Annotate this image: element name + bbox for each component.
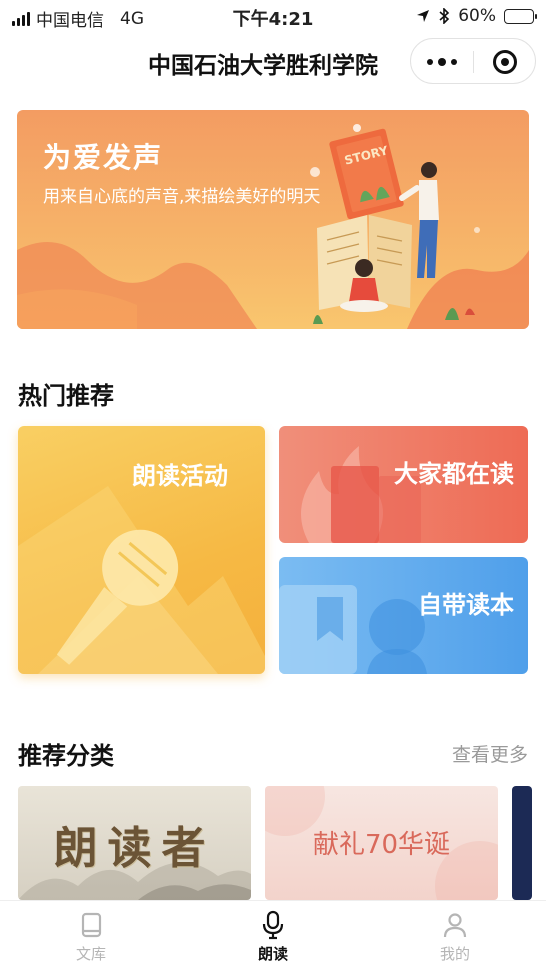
page-title: 中国石油大学胜利学院: [148, 53, 378, 79]
category-title: 献礼70华诞: [312, 830, 451, 860]
more-dots-icon: [427, 58, 457, 66]
tab-label: 朗读: [257, 945, 288, 963]
banner-title: 为爱发声: [43, 141, 164, 174]
reading-activity-card[interactable]: 朗读活动: [18, 426, 265, 674]
mini-program-capsule: [410, 38, 536, 84]
nav-bar: 中国石油大学胜利学院: [0, 34, 546, 90]
banner[interactable]: STORY 为爱发声 用来自心底的声音,来描绘美好的明天: [17, 110, 529, 329]
user-icon: [443, 913, 467, 938]
category-card-partial[interactable]: [512, 786, 532, 900]
target-icon: [493, 50, 517, 74]
more-options-button[interactable]: [411, 39, 473, 85]
status-bar: 中国电信 4G 下午4:21 60%: [0, 0, 546, 34]
banner-subtitle: 用来自心底的声音,来描绘美好的明天: [43, 187, 321, 207]
reading-activity-label: 朗读活动: [132, 462, 228, 490]
close-mini-program-button[interactable]: [474, 39, 536, 85]
everyone-reading-label: 大家都在读: [394, 460, 514, 488]
location-arrow-icon: [417, 10, 430, 22]
tab-mine[interactable]: 我的: [364, 901, 546, 970]
status-right: 60%: [416, 6, 537, 26]
own-book-card[interactable]: 自带读本: [279, 557, 528, 674]
everyone-reading-card[interactable]: 大家都在读: [279, 426, 528, 543]
tab-bar: 文库 朗读 我的: [0, 900, 546, 970]
tab-library[interactable]: 文库: [0, 901, 182, 970]
category-title: 朗读者: [53, 823, 216, 874]
category-card-anniversary[interactable]: 献礼70华诞: [265, 786, 498, 900]
view-more-link[interactable]: 查看更多: [452, 740, 528, 767]
tab-label: 文库: [75, 945, 106, 963]
category-card-reader[interactable]: 朗读者: [18, 786, 251, 900]
tab-read[interactable]: 朗读: [182, 901, 364, 970]
battery-percent: 60%: [458, 6, 496, 26]
app-page: 中国电信 4G 下午4:21 60% 中国石油大学胜利学院 STORY 为爱发声…: [0, 0, 546, 970]
microphone-icon: [262, 910, 284, 940]
book-icon: [81, 912, 102, 938]
categories-section-title: 推荐分类: [18, 742, 114, 770]
bluetooth-icon: [439, 8, 450, 24]
own-book-label: 自带读本: [418, 591, 514, 619]
hot-section-title: 热门推荐: [18, 382, 114, 410]
tab-label: 我的: [439, 945, 470, 963]
battery-icon: [504, 8, 537, 24]
